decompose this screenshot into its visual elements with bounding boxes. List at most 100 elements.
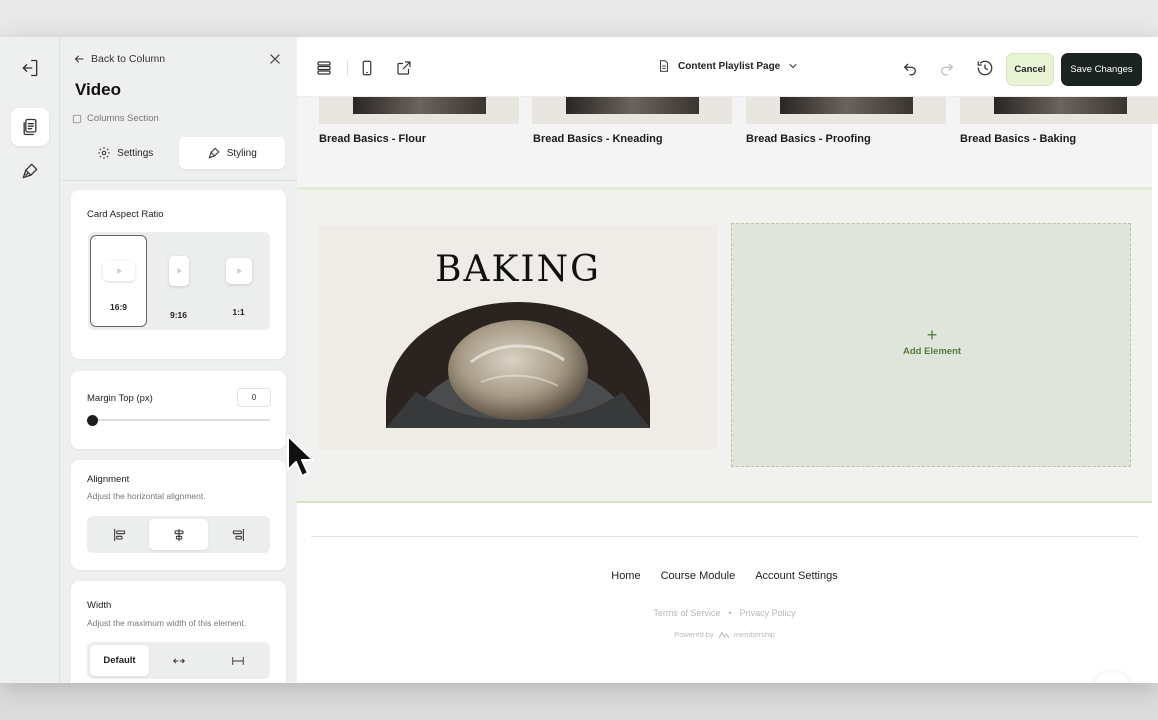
video-card-thumbnail[interactable] [532, 97, 732, 124]
align-right-button[interactable] [208, 519, 267, 550]
arrows-horizontal-icon [172, 658, 185, 663]
alignment-options [87, 516, 270, 553]
video-card-thumbnail[interactable] [746, 97, 946, 124]
play-icon [225, 258, 252, 284]
ratio-label: 9:16 [169, 310, 187, 320]
redo-icon[interactable] [938, 59, 956, 77]
undo-icon[interactable] [901, 59, 919, 77]
breadcrumb-label: Columns Section [87, 113, 159, 124]
alignment-label: Alignment [87, 474, 130, 485]
width-full-button[interactable] [208, 645, 267, 676]
align-center-icon [173, 528, 184, 541]
page-canvas: Bread Basics - Flour Bread Basics - Knea… [297, 97, 1158, 683]
ratio-label: 16:9 [109, 302, 127, 312]
align-left-icon [113, 528, 125, 541]
ratio-option-1-1[interactable]: 1:1 [210, 235, 267, 327]
media-title: BAKING [435, 249, 601, 290]
video-card-title[interactable]: Bread Basics - Kneading [533, 133, 663, 145]
design-button[interactable] [11, 152, 49, 190]
alignment-description: Adjust the horizontal alignment. [87, 491, 206, 501]
legal-separator: • [728, 608, 732, 618]
save-changes-button[interactable]: Save Changes [1061, 53, 1142, 86]
video-card-title[interactable]: Bread Basics - Flour [319, 133, 426, 145]
aspect-ratio-label: Card Aspect Ratio [87, 209, 164, 220]
footer-link-home[interactable]: Home [611, 570, 640, 582]
width-card: Width Adjust the maximum width of this e… [71, 581, 286, 683]
left-rail [0, 37, 60, 683]
video-card-title[interactable]: Bread Basics - Baking [960, 133, 1076, 145]
margin-top-card: Margin Top (px) 0 [71, 371, 286, 449]
privacy-link[interactable]: Privacy Policy [740, 608, 796, 618]
close-icon[interactable] [268, 52, 282, 66]
powered-by-label: Powered by [674, 630, 714, 639]
document-icon [660, 60, 668, 72]
toolbar-divider [347, 60, 348, 76]
margin-top-slider-handle[interactable] [87, 415, 98, 426]
mouse-cursor-icon [287, 435, 314, 477]
mobile-preview-icon[interactable] [358, 59, 376, 77]
back-to-column-link[interactable]: Back to Column [73, 53, 165, 65]
width-fluid-button[interactable] [149, 645, 208, 676]
cancel-button[interactable]: Cancel [1006, 53, 1054, 86]
exit-button[interactable] [11, 49, 49, 87]
tab-settings-label: Settings [117, 147, 154, 159]
checkbox-icon [72, 114, 82, 123]
chevron-down-icon [789, 64, 797, 69]
brush-icon [22, 163, 38, 179]
powered-by: Powered by membership [297, 630, 1152, 639]
video-element[interactable]: BAKING [319, 225, 717, 449]
width-label: Width [87, 600, 112, 611]
tab-styling[interactable]: Styling [178, 137, 285, 169]
breadcrumb[interactable]: Columns Section [72, 113, 159, 124]
add-element-dropzone[interactable]: + Add Element [731, 223, 1131, 467]
brand-label[interactable]: membership [734, 630, 775, 639]
video-card-title[interactable]: Bread Basics - Proofing [746, 133, 871, 145]
gear-icon [98, 147, 111, 159]
history-icon[interactable] [976, 59, 994, 77]
chat-button[interactable] [1092, 672, 1132, 683]
ratio-label: 1:1 [232, 307, 245, 317]
width-description: Adjust the maximum width of this element… [87, 618, 247, 628]
margin-top-input[interactable]: 0 [237, 388, 271, 407]
align-left-button[interactable] [90, 519, 149, 550]
ratio-option-9-16[interactable]: 9:16 [150, 235, 207, 327]
app-window: Back to Column Video Columns Section Set… [0, 37, 1158, 683]
add-element-button[interactable]: + Add Element [732, 325, 1132, 357]
margin-top-label: Margin Top (px) [87, 393, 153, 404]
exit-icon [22, 59, 38, 77]
play-icon [102, 261, 135, 281]
footer-legal: Terms of Service • Privacy Policy [297, 608, 1152, 618]
video-playlist-row: Bread Basics - Flour Bread Basics - Knea… [297, 97, 1158, 187]
footer-nav: Home Course Module Account Settings [297, 570, 1152, 582]
video-card-thumbnail[interactable] [319, 97, 519, 124]
back-label: Back to Column [91, 53, 166, 65]
plus-icon: + [926, 325, 938, 345]
align-right-icon [232, 528, 244, 541]
margin-top-slider-track[interactable] [88, 419, 270, 421]
tab-settings[interactable]: Settings [72, 137, 179, 169]
video-card-thumbnail[interactable] [960, 97, 1158, 124]
pages-button[interactable] [11, 108, 49, 146]
footer-divider [311, 536, 1138, 537]
width-full-icon [231, 656, 244, 665]
width-options: Default [87, 642, 270, 679]
add-element-label: Add Element [902, 346, 962, 357]
pages-icon [23, 118, 37, 136]
tab-styling-label: Styling [226, 147, 257, 159]
panel-title: Video [75, 80, 121, 99]
page-selector[interactable]: Content Playlist Page [657, 59, 799, 73]
align-center-button[interactable] [149, 519, 208, 550]
panel-tabs: Settings Styling [72, 137, 285, 169]
footer-link-account-settings[interactable]: Account Settings [755, 570, 838, 582]
alignment-card: Alignment Adjust the horizontal alignmen… [71, 460, 286, 570]
layers-icon[interactable] [315, 59, 333, 77]
ratio-option-16-9[interactable]: 16:9 [90, 235, 147, 327]
terms-link[interactable]: Terms of Service [653, 608, 720, 618]
footer-link-course-module[interactable]: Course Module [661, 570, 736, 582]
panel-divider [60, 180, 297, 181]
external-link-icon[interactable] [395, 59, 413, 77]
width-default-button[interactable]: Default [90, 645, 149, 676]
columns-section[interactable]: BAKING + Add Element [297, 187, 1152, 503]
membership-logo-icon [718, 630, 730, 638]
aspect-ratio-card: Card Aspect Ratio 16:9 9:16 1:1 [71, 190, 286, 359]
